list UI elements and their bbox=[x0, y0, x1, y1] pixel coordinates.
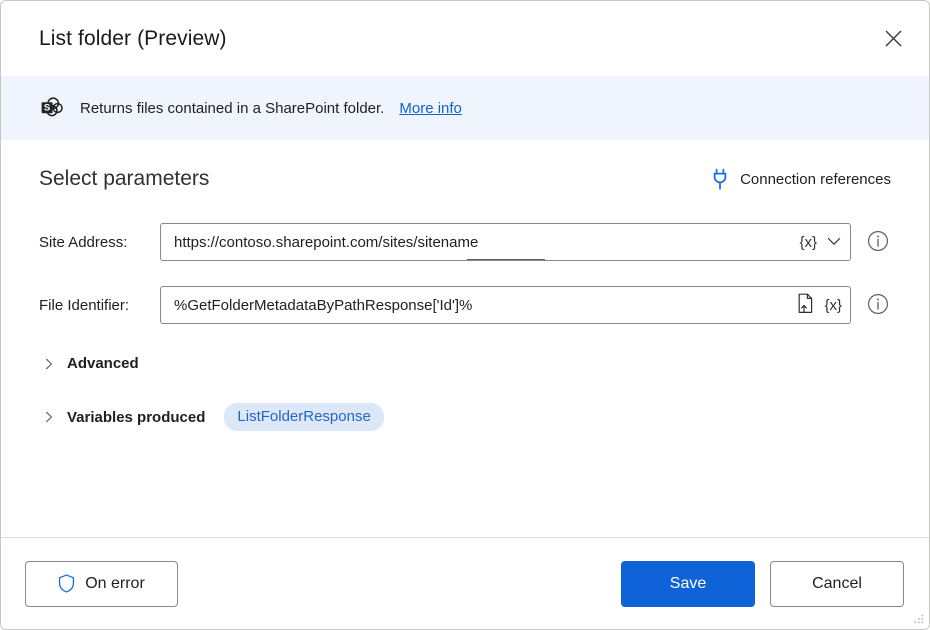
plug-icon bbox=[710, 168, 730, 190]
cancel-button[interactable]: Cancel bbox=[770, 561, 904, 607]
info-banner: S Returns files contained in a SharePoin… bbox=[1, 76, 929, 140]
svg-text:S: S bbox=[44, 102, 50, 113]
close-button[interactable] bbox=[871, 19, 915, 59]
variables-produced-toggle[interactable]: Variables produced ListFolderResponse bbox=[43, 403, 891, 431]
info-icon bbox=[867, 293, 889, 318]
close-icon bbox=[885, 30, 902, 47]
variable-glyph: {x} bbox=[799, 235, 817, 250]
sharepoint-icon: S bbox=[39, 95, 65, 121]
chevron-down-icon bbox=[826, 233, 842, 252]
chevron-right-icon bbox=[43, 358, 55, 370]
more-info-link[interactable]: More info bbox=[399, 100, 462, 117]
shield-icon bbox=[58, 574, 75, 593]
site-address-input[interactable] bbox=[174, 234, 793, 251]
variable-picker-button[interactable]: {x} bbox=[824, 298, 842, 313]
dialog-title: List folder (Preview) bbox=[39, 27, 227, 51]
site-address-label: Site Address: bbox=[39, 234, 160, 251]
on-error-button[interactable]: On error bbox=[25, 561, 178, 607]
variable-chip-listfolderresponse[interactable]: ListFolderResponse bbox=[224, 403, 383, 431]
variable-glyph: {x} bbox=[824, 298, 842, 313]
field-row-site-address: Site Address: {x} bbox=[39, 223, 891, 261]
file-identifier-adornments: {x} bbox=[790, 293, 842, 317]
field-row-file-identifier: File Identifier: {x} bbox=[39, 286, 891, 324]
save-button[interactable]: Save bbox=[621, 561, 755, 607]
dropdown-button[interactable] bbox=[826, 233, 842, 252]
variable-picker-button[interactable]: {x} bbox=[799, 235, 817, 250]
site-address-adornments: {x} bbox=[793, 233, 842, 252]
chevron-right-icon bbox=[43, 411, 55, 423]
list-folder-dialog: List folder (Preview) S Returns files co… bbox=[0, 0, 930, 630]
connection-references-button[interactable]: Connection references bbox=[710, 168, 891, 190]
dialog-body: Select parameters Connection references … bbox=[1, 140, 929, 537]
info-icon bbox=[867, 230, 889, 255]
dialog-titlebar: List folder (Preview) bbox=[1, 1, 929, 76]
file-identifier-input-wrapper[interactable]: {x} bbox=[160, 286, 851, 324]
save-label: Save bbox=[670, 575, 706, 593]
site-address-info-button[interactable] bbox=[867, 230, 889, 255]
on-error-label: On error bbox=[85, 575, 145, 593]
connection-references-label: Connection references bbox=[740, 171, 891, 188]
dialog-footer: On error Save Cancel bbox=[1, 537, 929, 629]
section-title: Select parameters bbox=[39, 167, 209, 191]
file-identifier-info-button[interactable] bbox=[867, 293, 889, 318]
file-upload-icon bbox=[796, 293, 815, 317]
parameters-section-header: Select parameters Connection references bbox=[39, 167, 891, 191]
advanced-section-toggle[interactable]: Advanced bbox=[43, 355, 891, 372]
file-identifier-input[interactable] bbox=[174, 297, 790, 314]
cancel-label: Cancel bbox=[812, 575, 862, 593]
variables-produced-label: Variables produced bbox=[67, 409, 205, 426]
file-picker-button[interactable] bbox=[796, 293, 815, 317]
file-identifier-label: File Identifier: bbox=[39, 297, 160, 314]
site-address-input-wrapper[interactable]: {x} bbox=[160, 223, 851, 261]
resize-grip[interactable] bbox=[911, 612, 925, 626]
advanced-label: Advanced bbox=[67, 355, 139, 372]
banner-text: Returns files contained in a SharePoint … bbox=[80, 100, 384, 117]
